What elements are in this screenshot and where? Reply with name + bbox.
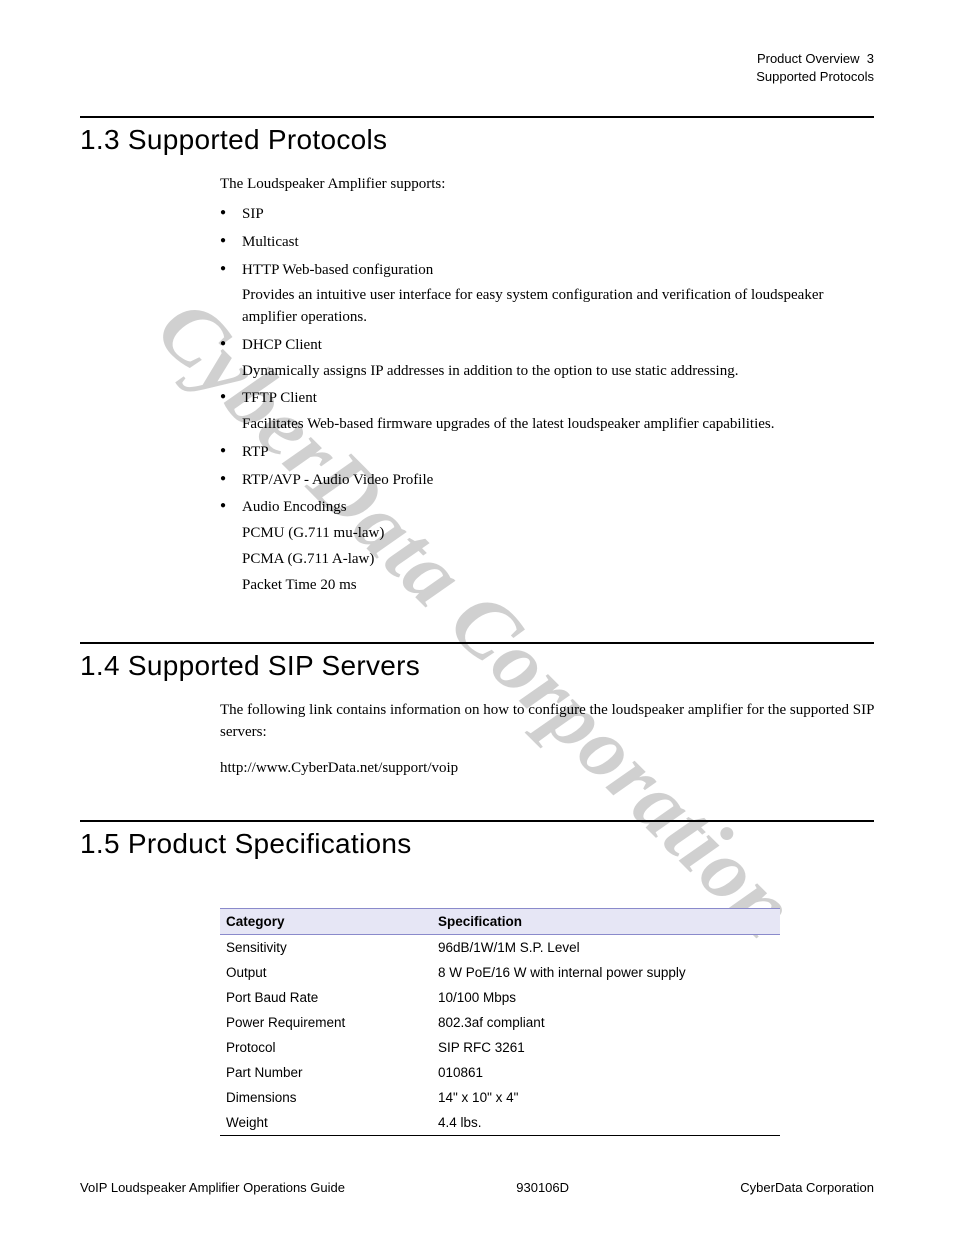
heading-supported-sip-servers: 1.4 Supported SIP Servers (80, 650, 874, 682)
running-header: Product Overview 3 Supported Protocols (80, 50, 874, 86)
protocol-description: Facilitates Web-based firmware upgrades … (242, 414, 874, 436)
table-row: Weight4.4 lbs. (220, 1110, 780, 1136)
protocol-description: Provides an intuitive user interface for… (242, 285, 874, 329)
footer-company: CyberData Corporation (740, 1180, 874, 1195)
protocol-list-item: TFTP Client Facilitates Web-based firmwar… (220, 388, 874, 436)
table-row: Dimensions14" x 10" x 4" (220, 1085, 780, 1110)
protocol-list-item: HTTP Web-based configuration Provides an … (220, 260, 874, 329)
spec-category: Protocol (220, 1035, 432, 1060)
protocol-subline: PCMA (G.711 A-law) (242, 549, 874, 571)
protocol-label: SIP (242, 204, 874, 226)
spec-category: Sensitivity (220, 934, 432, 960)
spec-category: Weight (220, 1110, 432, 1136)
page-container: Product Overview 3 Supported Protocols 1… (0, 0, 954, 1235)
spec-value: 8 W PoE/16 W with internal power supply (432, 960, 780, 985)
col-header-category: Category (220, 908, 432, 934)
header-chapter-title: Product Overview (757, 51, 860, 66)
table-row: Output8 W PoE/16 W with internal power s… (220, 960, 780, 985)
protocol-subline: Packet Time 20 ms (242, 575, 874, 597)
section-divider (80, 116, 874, 118)
sip-servers-link[interactable]: http://www.CyberData.net/support/voip (220, 760, 458, 776)
protocol-list-item: Audio Encodings PCMU (G.711 mu-law) PCMA (… (220, 497, 874, 596)
footer-doc-number: 930106D (516, 1180, 569, 1195)
table-row: Power Requirement802.3af compliant (220, 1010, 780, 1035)
protocol-list-item: RTP/AVP - Audio Video Profile (220, 470, 874, 492)
page-footer: VoIP Loudspeaker Amplifier Operations Gu… (80, 1180, 874, 1195)
heading-supported-protocols: 1.3 Supported Protocols (80, 124, 874, 156)
table-row: Sensitivity96dB/1W/1M S.P. Level (220, 934, 780, 960)
spec-value: 10/100 Mbps (432, 985, 780, 1010)
running-header-section: Supported Protocols (80, 68, 874, 86)
protocol-description: Dynamically assigns IP addresses in addi… (242, 361, 874, 383)
protocol-subline: PCMU (G.711 mu-law) (242, 523, 874, 545)
footer-doc-title: VoIP Loudspeaker Amplifier Operations Gu… (80, 1180, 345, 1195)
table-row: Port Baud Rate10/100 Mbps (220, 985, 780, 1010)
protocol-label: TFTP Client (242, 388, 874, 410)
running-header-chapter: Product Overview 3 (80, 50, 874, 68)
table-header-row: Category Specification (220, 908, 780, 934)
sip-servers-paragraph: The following link contains information … (220, 700, 874, 744)
protocol-list-item: RTP (220, 442, 874, 464)
section-14-body: The following link contains information … (220, 700, 874, 779)
section-divider (80, 642, 874, 644)
spec-value: 010861 (432, 1060, 780, 1085)
table-row: ProtocolSIP RFC 3261 (220, 1035, 780, 1060)
protocol-label: RTP (242, 442, 874, 464)
protocol-list-item: DHCP Client Dynamically assigns IP addres… (220, 335, 874, 383)
spec-category: Power Requirement (220, 1010, 432, 1035)
spec-category: Part Number (220, 1060, 432, 1085)
protocol-label: Audio Encodings (242, 497, 874, 519)
spec-value: 4.4 lbs. (432, 1110, 780, 1136)
section-13-body: The Loudspeaker Amplifier supports: SIP M… (220, 174, 874, 596)
spec-value: 802.3af compliant (432, 1010, 780, 1035)
spec-value: 96dB/1W/1M S.P. Level (432, 934, 780, 960)
protocol-list-item: Multicast (220, 232, 874, 254)
spec-category: Output (220, 960, 432, 985)
section-divider (80, 820, 874, 822)
intro-text: The Loudspeaker Amplifier supports: (220, 174, 874, 196)
table-row: Part Number010861 (220, 1060, 780, 1085)
protocol-list-item: SIP (220, 204, 874, 226)
col-header-specification: Specification (432, 908, 780, 934)
heading-product-specifications: 1.5 Product Specifications (80, 828, 874, 860)
protocol-label: HTTP Web-based configuration (242, 260, 874, 282)
protocol-label: RTP/AVP - Audio Video Profile (242, 470, 874, 492)
header-page-number: 3 (867, 51, 874, 66)
spec-value: 14" x 10" x 4" (432, 1085, 780, 1110)
spec-category: Dimensions (220, 1085, 432, 1110)
spec-category: Port Baud Rate (220, 985, 432, 1010)
protocol-label: DHCP Client (242, 335, 874, 357)
specifications-table: Category Specification Sensitivity96dB/1… (220, 908, 780, 1136)
protocol-list: SIP Multicast HTTP Web-based configuration… (220, 204, 874, 596)
protocol-label: Multicast (242, 232, 874, 254)
spec-value: SIP RFC 3261 (432, 1035, 780, 1060)
